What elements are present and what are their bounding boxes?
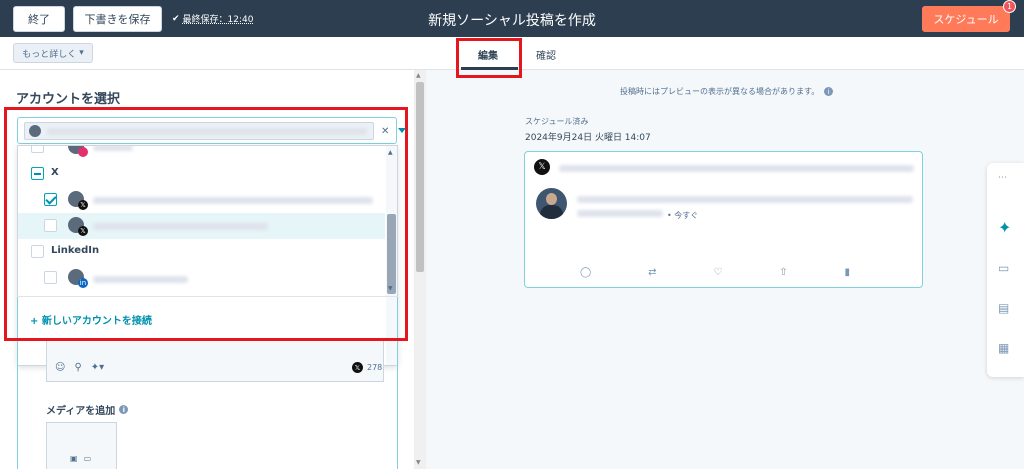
post-actions: ◯ ⇄ ♡ ⇧ ▮ <box>580 267 850 278</box>
reply-icon: ◯ <box>580 267 592 278</box>
x-logo-icon: 𝕏 <box>534 159 550 175</box>
account-section-title: アカウントを選択 <box>16 92 121 107</box>
account-handle-redacted <box>577 210 663 217</box>
post-composer[interactable]: ☺ ⚲ ✦▾ 𝕏 278 <box>46 340 384 382</box>
avatar <box>536 188 567 219</box>
comment-icon[interactable]: ▭ <box>998 261 1009 275</box>
emoji-icon[interactable]: ☺ <box>55 362 65 373</box>
check-icon: ✔ <box>172 13 180 24</box>
right-sidebar: ⋯ ✦ ▭ ▤ ▦ <box>987 163 1024 377</box>
character-count: 𝕏 278 <box>352 362 382 373</box>
top-bar: 終了 下書きを保存 ✔ 最終保存：12:40 新規ソーシャル投稿を作成 スケジュ… <box>0 0 1024 37</box>
highlight-box-tab <box>456 38 522 78</box>
preview-notice: 投稿時にはプレビューの表示が異なる場合があります。 i <box>620 86 834 97</box>
highlight-box-dropdown <box>4 107 408 341</box>
ai-assist-icon[interactable]: ✦▾ <box>91 362 104 373</box>
scroll-up-icon[interactable]: ▲ <box>416 72 421 79</box>
composer-toolbar: ☺ ⚲ ✦▾ <box>55 362 104 373</box>
save-draft-button[interactable]: 下書きを保存 <box>73 6 162 32</box>
video-icon[interactable]: ▭ <box>84 454 92 463</box>
last-saved-status[interactable]: ✔ 最終保存：12:40 <box>172 12 254 26</box>
attach-icon[interactable]: ⚲ <box>74 362 81 373</box>
x-logo-icon: 𝕏 <box>352 362 363 373</box>
scheduled-label: スケジュール済み <box>525 117 589 126</box>
more-details-label: もっと詳しく <box>22 49 77 60</box>
preview-notice-text: 投稿時にはプレビューの表示が異なる場合があります。 <box>620 87 820 96</box>
share-icon: ⇧ <box>779 267 788 278</box>
info-icon[interactable]: i <box>119 405 129 414</box>
post-preview-card: 𝕏 • 今すぐ ◯ ⇄ ♡ ⇧ ▮ <box>524 151 923 288</box>
info-icon[interactable]: i <box>824 87 834 96</box>
scheduled-date: 2024年9月24日 火曜日 14:07 <box>525 133 651 143</box>
notification-badge: 1 <box>1003 0 1016 13</box>
grid-icon[interactable]: ⋯ <box>998 173 1007 183</box>
editor-scroll-thumb[interactable] <box>416 82 424 272</box>
last-saved-label: 最終保存：12:40 <box>182 15 254 25</box>
repost-icon: ⇄ <box>648 267 657 278</box>
exit-button[interactable]: 終了 <box>13 6 65 32</box>
tab-review[interactable]: 確認 <box>536 47 556 62</box>
like-icon: ♡ <box>713 267 723 278</box>
browser-icon[interactable]: ▤ <box>998 301 1009 315</box>
add-media-label: メディアを追加 i <box>46 402 129 417</box>
post-time: • 今すぐ <box>667 211 699 220</box>
caret-down-icon: ▾ <box>79 48 84 58</box>
media-upload-box[interactable]: ▣ ▭ <box>46 422 117 469</box>
post-text-redacted <box>577 196 913 203</box>
more-details-button[interactable]: もっと詳しく ▾ <box>13 43 93 63</box>
calendar-icon[interactable]: ▦ <box>998 341 1009 355</box>
account-name-redacted <box>559 165 914 172</box>
analytics-icon: ▮ <box>844 267 850 278</box>
image-icon[interactable]: ▣ <box>70 454 78 463</box>
character-count-value: 278 <box>367 363 383 372</box>
schedule-button[interactable]: スケジュール <box>922 6 1010 32</box>
sparkle-icon[interactable]: ✦ <box>998 218 1011 237</box>
add-media-text: メディアを追加 <box>46 406 116 417</box>
media-type-icons: ▣ ▭ <box>70 454 91 463</box>
scroll-down-icon[interactable]: ▼ <box>416 459 421 466</box>
